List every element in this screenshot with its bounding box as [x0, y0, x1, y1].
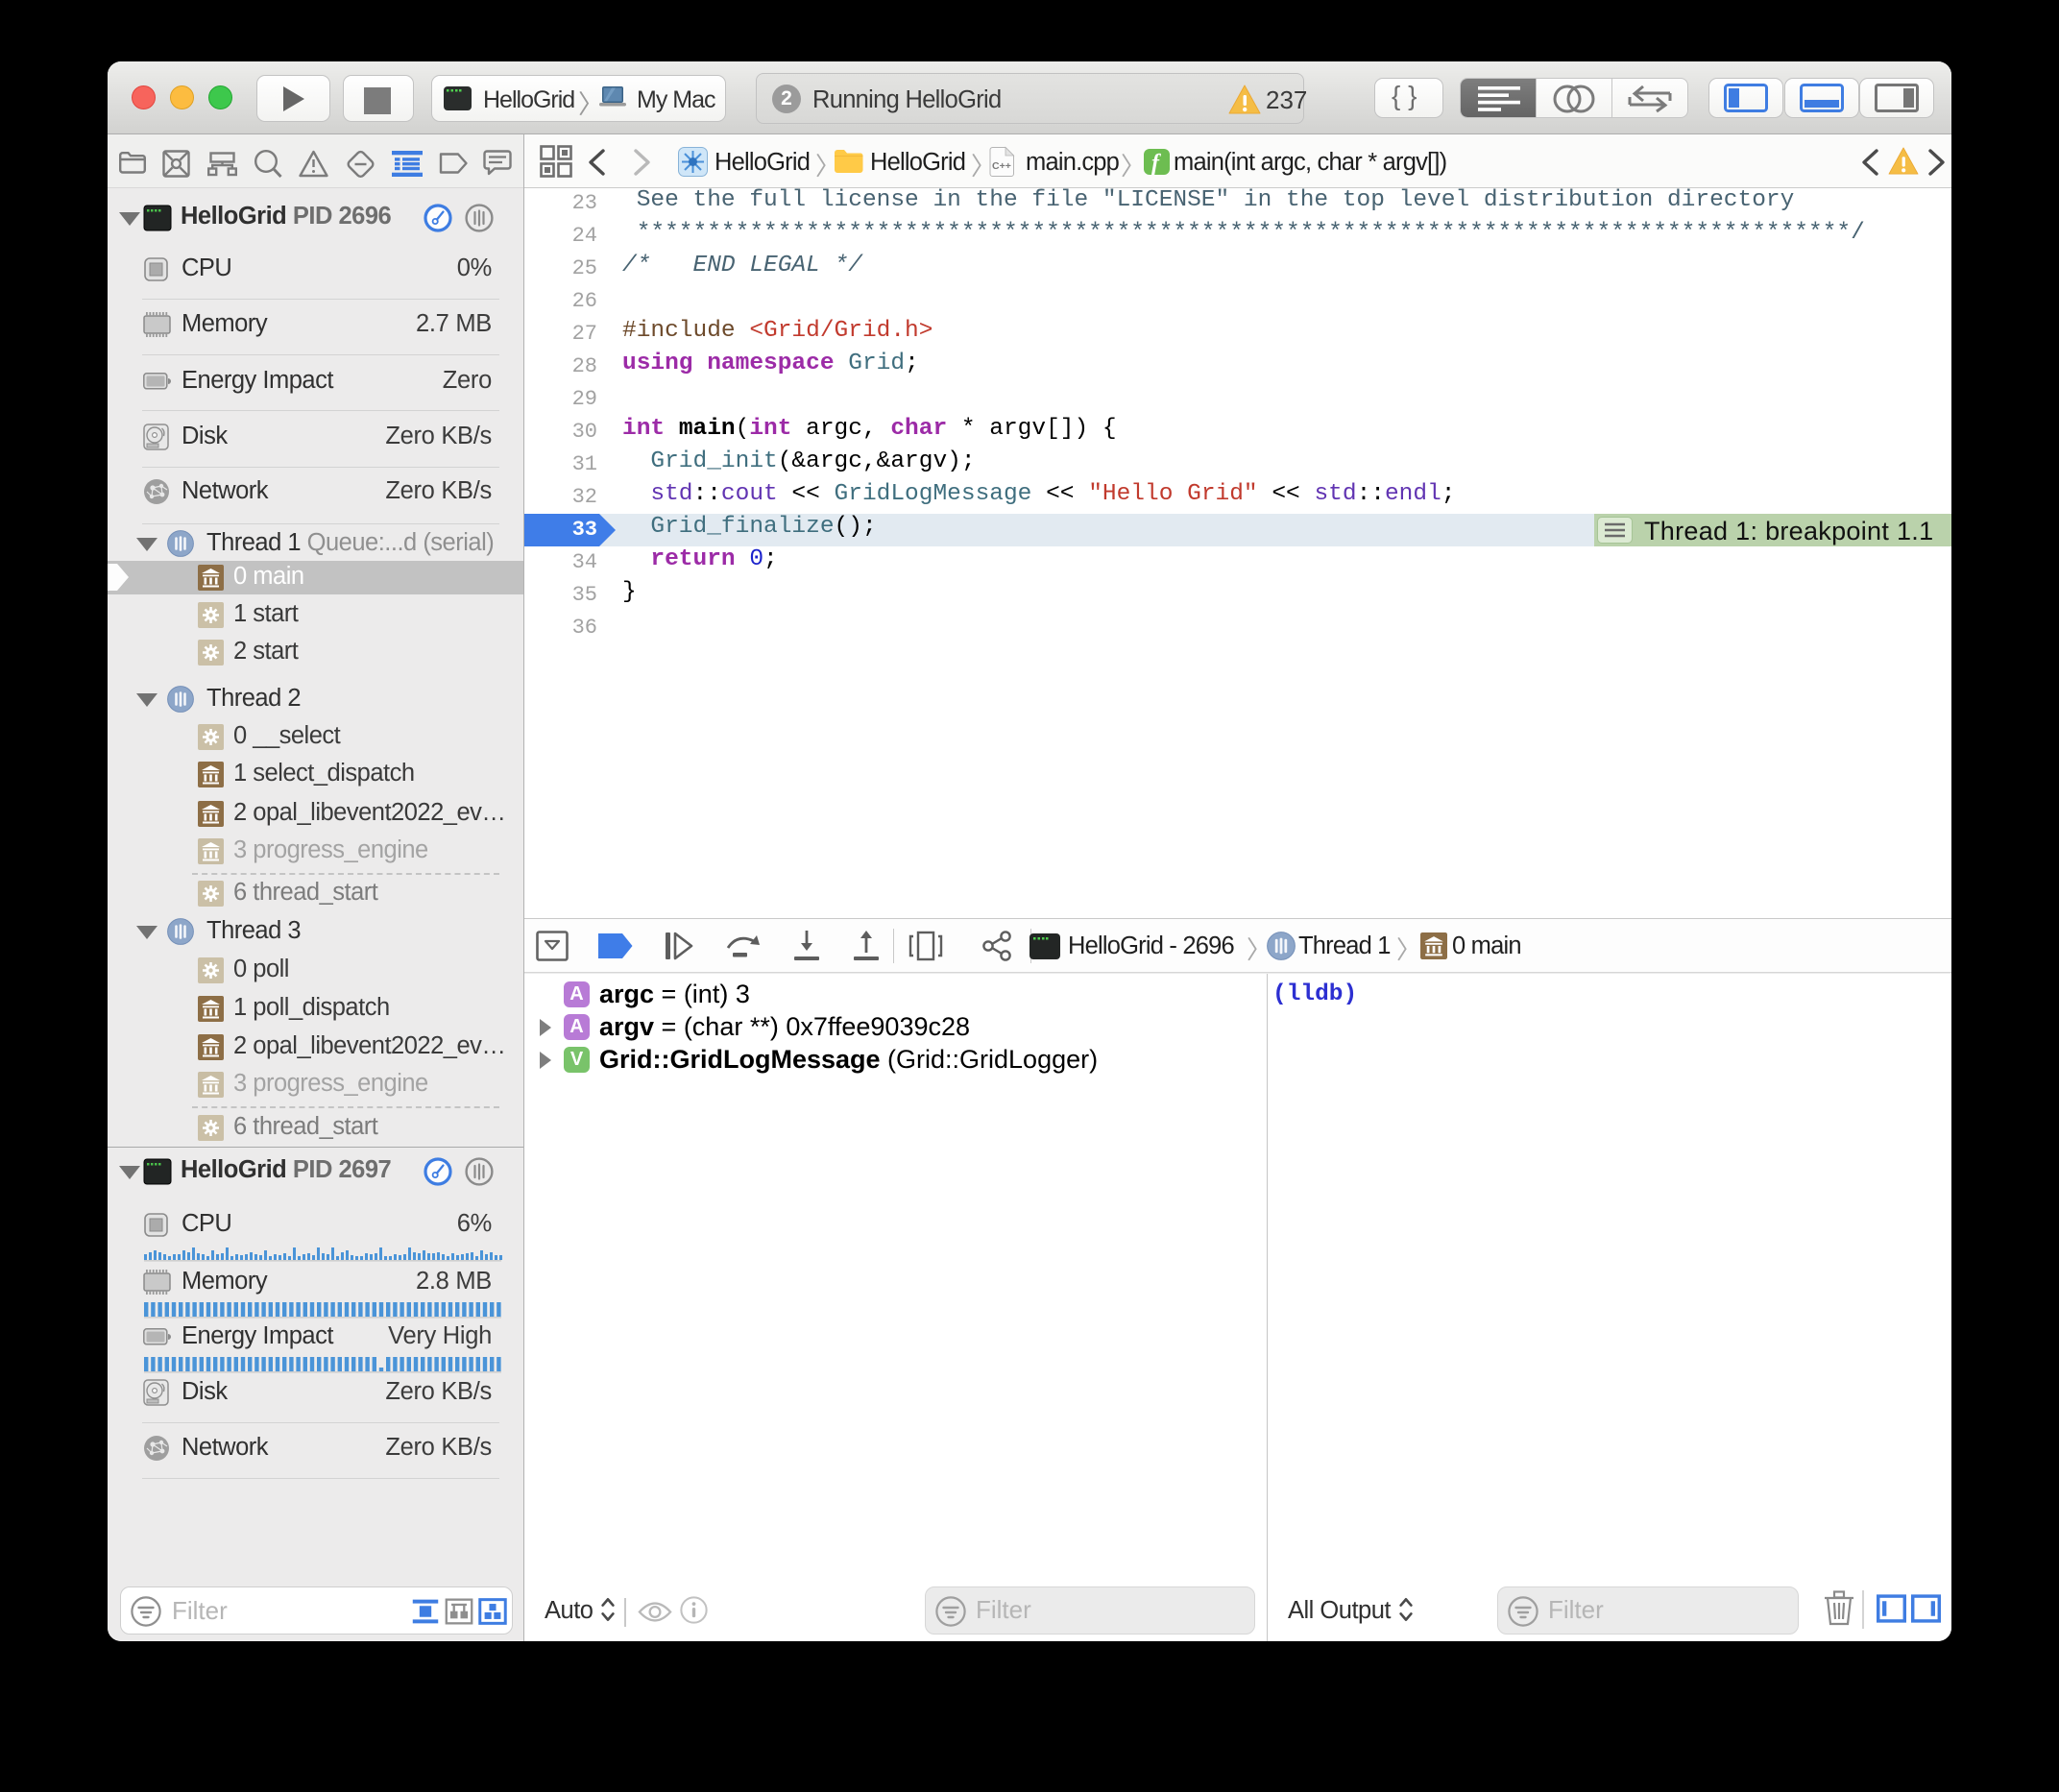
svg-text:C++: C++	[992, 160, 1011, 172]
